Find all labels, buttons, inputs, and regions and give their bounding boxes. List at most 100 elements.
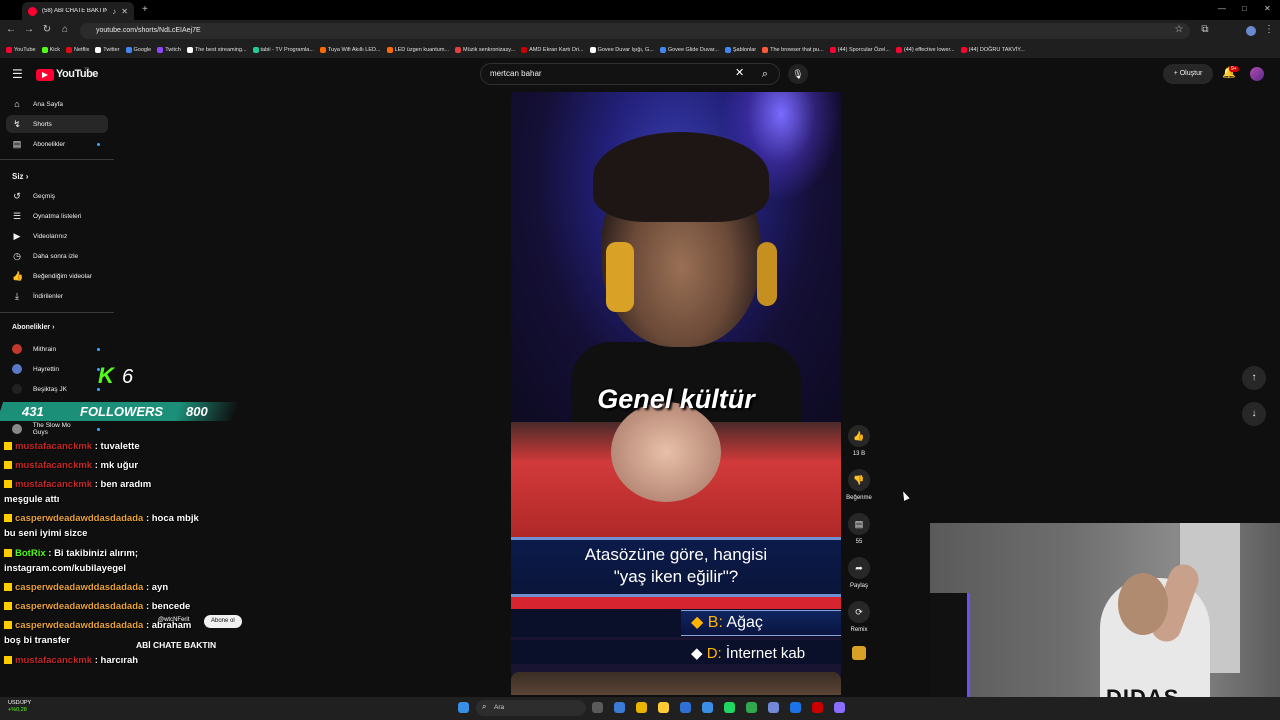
sidebar-subs-heading[interactable]: Abonelikler › xyxy=(12,324,54,331)
browser-tab[interactable]: (58) ABİ CHATE BAKTIN - Yo ♪ ✕ xyxy=(22,2,134,20)
profile-avatar[interactable] xyxy=(1246,26,1256,36)
sidebar-item-abonelikler[interactable]: ▤ Abonelikler xyxy=(6,135,108,153)
bookmark-item[interactable]: (44) effective lower... xyxy=(895,47,955,53)
url-input[interactable]: youtube.com/shorts/NdLcEIAej7E xyxy=(80,23,1190,39)
bookmark-item[interactable]: LED üzgen kuantum... xyxy=(386,47,449,53)
sound-thumbnail-icon[interactable] xyxy=(852,646,866,660)
market-ticker[interactable]: USD/JPY +%0,28 xyxy=(8,700,31,714)
bookmark-item[interactable]: Müzik senkronizasy... xyxy=(455,47,515,53)
bookmark-item[interactable]: (44) DOĞRU TAKVİY... xyxy=(960,47,1025,53)
taskbar-search[interactable]: Ara xyxy=(476,700,586,716)
bookmark-item[interactable]: Google xyxy=(125,47,151,53)
folder-icon[interactable] xyxy=(658,702,669,713)
bookmark-item[interactable]: Kick xyxy=(41,47,60,53)
audio-icon[interactable]: ♪ xyxy=(112,7,116,16)
comment-icon[interactable]: ▤ xyxy=(848,513,870,535)
copilot-icon[interactable] xyxy=(614,702,625,713)
task-view-icon[interactable] xyxy=(592,702,603,713)
bookmark-item[interactable]: Govee Duvar Işığı, G... xyxy=(589,47,654,53)
sidebar-item-i-ndirilenler[interactable]: ⤓ İndirilenler xyxy=(6,287,108,305)
channel-handle[interactable]: @wtcNFerit xyxy=(158,617,189,623)
chat-username: casperwdeadawddasdadada xyxy=(15,601,144,612)
subscription-item[interactable]: Mithrain xyxy=(6,340,108,358)
bookmark-item[interactable]: The best streaming... xyxy=(186,47,247,53)
chevron-right-icon: › xyxy=(25,172,29,181)
bookmark-favicon-icon xyxy=(829,47,836,53)
sidebar-item-be-endi-im-videolar[interactable]: 👍 Beğendiğim videolar xyxy=(6,267,108,285)
forward-icon[interactable]: → xyxy=(22,23,36,37)
file-explorer-icon[interactable] xyxy=(636,702,647,713)
sidebar-item-shorts[interactable]: ↯ Shorts xyxy=(6,115,108,133)
you-heading-label: Siz xyxy=(12,172,24,181)
bookmark-star-icon[interactable]: ☆ xyxy=(1172,23,1186,37)
sidebar-you-heading[interactable]: Siz › xyxy=(12,172,28,181)
clear-search-icon[interactable]: ✕ xyxy=(735,66,744,79)
create-button[interactable]: + Oluştur xyxy=(1163,64,1213,84)
bookmark-item[interactable]: tabii - TV Programla... xyxy=(252,47,314,53)
app-icon[interactable] xyxy=(812,702,823,713)
home-browser-icon[interactable]: ⌂ xyxy=(58,23,72,37)
shorts-video-player[interactable]: Genel kültür Atasözüne göre, hangisi "ya… xyxy=(511,92,841,695)
sidebar-item-oynatma-listeleri[interactable]: ☰ Oynatma listeleri xyxy=(6,207,108,225)
microphone-icon[interactable]: 🎙 xyxy=(788,64,808,84)
sidebar-item-ge-mi-[interactable]: ↺ Geçmiş xyxy=(6,187,108,205)
browser-app-icon[interactable] xyxy=(680,702,691,713)
subscription-item[interactable]: The Slow Mo Guys xyxy=(6,420,108,438)
hamburger-menu-icon[interactable]: ☰ xyxy=(12,67,23,81)
subscription-label: Beşiktaş JK xyxy=(33,385,67,393)
bookmark-label: Netflix xyxy=(74,47,90,53)
bookmark-item[interactable]: Twitter xyxy=(95,47,120,53)
bookmark-label: Tuya Wifi Akıllı LED... xyxy=(327,47,381,53)
sidebar-item-daha-sonra-izle[interactable]: ◷ Daha sonra izle xyxy=(6,247,108,265)
bookmark-item[interactable]: Twitch xyxy=(157,47,181,53)
close-window-icon[interactable]: ✕ xyxy=(1264,4,1271,13)
dislike-icon[interactable]: 👎 xyxy=(848,469,870,491)
app-icon[interactable] xyxy=(834,702,845,713)
sidebar-divider xyxy=(0,312,114,313)
chrome-profile-icon[interactable] xyxy=(790,702,801,713)
bookmark-item[interactable]: AMD Ekran Kartı Dri... xyxy=(521,47,584,53)
bookmark-item[interactable]: (44) Sporcular Özel... xyxy=(829,47,890,53)
discord-icon[interactable] xyxy=(768,702,779,713)
windows-start-icon[interactable] xyxy=(458,702,469,713)
kick-count: 6 xyxy=(122,366,134,388)
share-icon[interactable]: ➦ xyxy=(848,557,870,579)
spotify-icon[interactable] xyxy=(724,702,735,713)
chrome-icon[interactable] xyxy=(702,702,713,713)
bookmark-item[interactable]: Şablonlar xyxy=(724,47,756,53)
search-icon[interactable]: ⌕ xyxy=(752,63,778,85)
bookmark-item[interactable]: Netflix xyxy=(66,47,89,53)
next-short-arrow-icon[interactable]: ↓ xyxy=(1242,402,1266,426)
next-short-preview[interactable] xyxy=(511,672,841,695)
close-tab-icon[interactable]: ✕ xyxy=(121,7,128,16)
sidebar-item-ana-sayfa[interactable]: ⌂ Ana Sayfa xyxy=(6,95,108,113)
bookmark-favicon-icon xyxy=(95,47,102,53)
maximize-icon[interactable]: □ xyxy=(1242,4,1247,13)
create-label: Oluştur xyxy=(1179,70,1203,77)
back-icon[interactable]: ← xyxy=(4,23,18,37)
extensions-icon[interactable]: ⧉ xyxy=(1198,23,1212,37)
red-band xyxy=(511,597,841,609)
subscribe-button[interactable]: Abone ol xyxy=(204,615,242,628)
minimize-icon[interactable]: — xyxy=(1218,4,1226,13)
chat-message: instagram.com/kubilayegel xyxy=(4,563,126,574)
menu-dots-icon[interactable]: ⋮ xyxy=(1262,23,1276,37)
bookmark-item[interactable]: The browser that pu... xyxy=(762,47,824,53)
bookmark-item[interactable]: Tuya Wifi Akıllı LED... xyxy=(319,47,381,53)
like-icon[interactable]: 👍 xyxy=(848,425,870,447)
sidebar-item-videolar-n-z[interactable]: ▶ Videolarınız xyxy=(6,227,108,245)
new-tab-button[interactable]: + xyxy=(142,4,148,15)
remix-icon[interactable]: ⟳ xyxy=(848,601,870,623)
bookmark-item[interactable]: YouTube xyxy=(6,47,36,53)
previous-short-arrow-icon[interactable]: ↑ xyxy=(1242,366,1266,390)
subscription-item[interactable]: Beşiktaş JK xyxy=(6,380,108,398)
account-avatar[interactable] xyxy=(1250,67,1264,81)
youtube-logo-text[interactable]: YouTube xyxy=(56,68,98,80)
reload-icon[interactable]: ↻ xyxy=(40,23,54,37)
whatsapp-icon[interactable] xyxy=(746,702,757,713)
webcam-head xyxy=(1118,573,1168,635)
subscription-item[interactable]: Hayrettin xyxy=(6,360,108,378)
bookmark-item[interactable]: Govee Glide Duvar... xyxy=(659,47,719,53)
bookmark-favicon-icon xyxy=(66,47,73,53)
sidebar-item-label: Daha sonra izle xyxy=(33,252,79,260)
